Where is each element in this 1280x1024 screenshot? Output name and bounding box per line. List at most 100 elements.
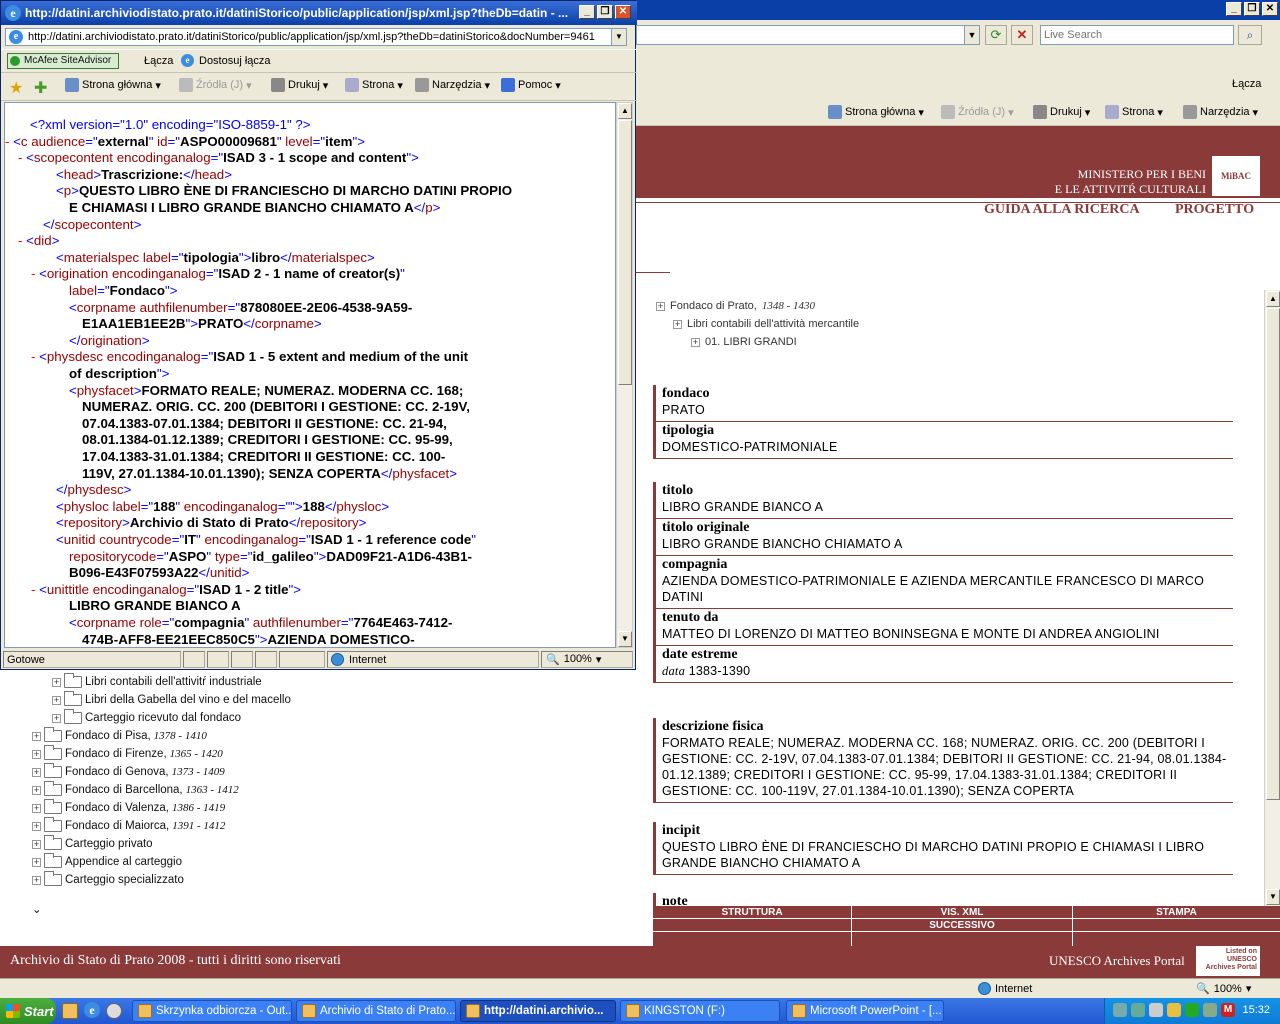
live-search-input[interactable] bbox=[1040, 25, 1234, 45]
zoom-control[interactable]: 🔍 100% ▾ bbox=[1196, 982, 1251, 996]
expand-icon[interactable]: + bbox=[32, 803, 41, 813]
taskbar-button[interactable]: Microsoft PowerPoint - [... bbox=[786, 1000, 944, 1022]
command-feeds[interactable]: Źródła (J) ▾ bbox=[179, 78, 252, 92]
content-scrollbar[interactable]: ▲ ▼ bbox=[1264, 290, 1280, 906]
tree-node[interactable]: + Carteggio privato bbox=[32, 835, 153, 850]
antivirus-icon[interactable] bbox=[1203, 1003, 1217, 1017]
links-label[interactable]: Łącza bbox=[144, 55, 173, 67]
tree-node[interactable]: + Fondaco di Barcellona, 1363 - 1412 bbox=[32, 781, 239, 796]
search-button[interactable]: ⌕ bbox=[1238, 25, 1262, 45]
tree-node[interactable]: + Libri contabili dell'attivitŕ industria… bbox=[52, 673, 262, 688]
usb-icon[interactable] bbox=[1131, 1003, 1145, 1017]
collapse-toggle[interactable]: - bbox=[31, 582, 39, 597]
scroll-up-arrow[interactable]: ▲ bbox=[1266, 291, 1280, 307]
expand-icon[interactable]: + bbox=[691, 337, 700, 347]
stampa-button[interactable]: STAMPA bbox=[1073, 907, 1280, 918]
dropdown-arrow-icon[interactable]: ▾ bbox=[155, 79, 161, 92]
nav-guida-alla-ricerca[interactable]: GUIDA ALLA RICERCA bbox=[984, 202, 1140, 218]
tree-node[interactable]: + Libri della Gabella del vino e del mace… bbox=[52, 691, 291, 706]
minimize-button[interactable]: _ bbox=[579, 5, 595, 19]
start-button[interactable]: Start bbox=[0, 998, 56, 1024]
command-feeds[interactable]: Źródła (J) ▾ bbox=[941, 105, 1014, 119]
expand-icon[interactable]: + bbox=[32, 821, 41, 831]
dropdown-arrow-icon[interactable]: ▾ bbox=[1253, 106, 1259, 119]
struttura-button[interactable]: STRUTTURA bbox=[653, 907, 851, 918]
links-label[interactable]: Łącza bbox=[1232, 78, 1261, 90]
expand-icon[interactable]: + bbox=[52, 677, 61, 687]
command-home[interactable]: Strona główna ▾ bbox=[828, 105, 924, 119]
command-tools[interactable]: Narzędzia ▾ bbox=[1183, 105, 1258, 119]
tree-node[interactable]: + Carteggio ricevuto dal fondaco bbox=[52, 709, 241, 724]
tree-node-libri-grandi[interactable]: + 01. LIBRI GRANDI bbox=[691, 336, 797, 348]
scrollbar-thumb[interactable] bbox=[1266, 308, 1280, 800]
dropdown-arrow-icon[interactable]: ▾ bbox=[485, 79, 491, 92]
tree-node-fondaco-prato[interactable]: + Fondaco di Prato, 1348 - 1430 bbox=[656, 300, 815, 312]
expand-icon[interactable]: + bbox=[32, 857, 41, 867]
dropdown-arrow-icon[interactable]: ▾ bbox=[246, 79, 252, 92]
customize-links-link[interactable]: Dostosuj łącza bbox=[199, 55, 271, 67]
tree-node[interactable]: + Appendice al carteggio bbox=[32, 853, 182, 868]
address-dropdown-button[interactable]: ▼ bbox=[611, 29, 626, 45]
maximize-button[interactable]: ❐ bbox=[597, 5, 613, 19]
dropdown-arrow-icon[interactable]: ▾ bbox=[397, 79, 403, 92]
collapse-toggle[interactable]: - bbox=[5, 134, 13, 149]
expand-icon[interactable]: + bbox=[32, 749, 41, 759]
popup-address-bar[interactable]: e http://datini.archiviodistato.prato.it… bbox=[5, 28, 627, 46]
scroll-up-arrow[interactable]: ▲ bbox=[618, 103, 632, 119]
taskbar-button[interactable]: http://datini.archivio... bbox=[460, 1000, 616, 1022]
maximize-button[interactable]: ❐ bbox=[1244, 2, 1260, 16]
expand-icon[interactable]: + bbox=[52, 713, 61, 723]
tree-node[interactable]: + Fondaco di Pisa, 1378 - 1410 bbox=[32, 727, 207, 742]
scrollbar-thumb[interactable] bbox=[618, 120, 632, 385]
expand-icon[interactable]: + bbox=[32, 767, 41, 777]
background-address-bar[interactable] bbox=[636, 25, 980, 45]
expand-icon[interactable]: + bbox=[656, 301, 665, 311]
media-player-icon[interactable] bbox=[106, 1003, 122, 1019]
collapse-toggle[interactable]: - bbox=[18, 233, 26, 248]
display-icon[interactable] bbox=[1185, 1003, 1199, 1017]
nav-progetto[interactable]: PROGETTO bbox=[1175, 202, 1254, 218]
vis-xml-button[interactable]: VIS. XML bbox=[852, 907, 1072, 918]
dropdown-arrow-icon[interactable]: ▾ bbox=[1085, 106, 1091, 119]
security-icon[interactable] bbox=[1167, 1003, 1181, 1017]
address-dropdown-button[interactable]: ▼ bbox=[964, 26, 979, 44]
command-print[interactable]: Drukuj ▾ bbox=[271, 78, 328, 92]
mcafee-tray-icon[interactable]: M bbox=[1221, 1003, 1235, 1017]
taskbar-button[interactable]: Archivio di Stato di Prato... bbox=[296, 1000, 456, 1022]
command-print[interactable]: Drukuj ▾ bbox=[1033, 105, 1090, 119]
tree-node[interactable]: + Carteggio specializzato bbox=[32, 871, 184, 886]
unesco-badge[interactable]: Listed on UNESCO Archives Portal bbox=[1196, 946, 1260, 976]
command-home[interactable]: Strona główna ▾ bbox=[65, 78, 161, 92]
scroll-down-arrow[interactable]: ▼ bbox=[618, 631, 632, 647]
favorites-star-icon[interactable]: ★ bbox=[9, 78, 23, 98]
command-page[interactable]: Strona ▾ bbox=[1105, 105, 1163, 119]
command-help[interactable]: Pomoc ▾ bbox=[501, 78, 561, 92]
mibac-logo[interactable]: MiBAC bbox=[1212, 156, 1260, 196]
unesco-portal-link[interactable]: UNESCO Archives Portal bbox=[1049, 953, 1185, 969]
scroll-down-arrow[interactable]: ▼ bbox=[1266, 889, 1280, 905]
dropdown-arrow-icon[interactable]: ▾ bbox=[555, 79, 561, 92]
mouse-icon[interactable] bbox=[1149, 1003, 1163, 1017]
minimize-button[interactable]: _ bbox=[1226, 2, 1242, 16]
mcafee-siteadvisor-button[interactable]: McAfee SiteAdvisor bbox=[7, 53, 119, 69]
collapse-toggle[interactable]: - bbox=[31, 349, 39, 364]
tree-node[interactable]: + Fondaco di Valenza, 1386 - 1419 bbox=[32, 799, 225, 814]
command-page[interactable]: Strona ▾ bbox=[345, 78, 403, 92]
zoom-control[interactable]: 🔍 100% ▾ bbox=[541, 651, 633, 668]
popup-scrollbar[interactable]: ▲ ▼ bbox=[616, 102, 633, 648]
taskbar-button[interactable]: Skrzynka odbiorcza - Out... bbox=[132, 1000, 292, 1022]
expand-icon[interactable]: + bbox=[32, 785, 41, 795]
tree-node[interactable]: + Fondaco di Genova, 1373 - 1409 bbox=[32, 763, 225, 778]
expand-icon[interactable]: + bbox=[32, 875, 41, 885]
add-favorites-icon[interactable]: ✚ bbox=[34, 78, 47, 98]
successivo-button[interactable]: SUCCESSIVO bbox=[852, 920, 1072, 931]
dropdown-arrow-icon[interactable]: ▾ bbox=[323, 79, 329, 92]
show-desktop-icon[interactable] bbox=[62, 1003, 78, 1019]
dropdown-arrow-icon[interactable]: ▾ bbox=[918, 106, 924, 119]
command-tools[interactable]: Narzędzia ▾ bbox=[415, 78, 490, 92]
expand-icon[interactable]: + bbox=[32, 839, 41, 849]
expand-icon[interactable]: + bbox=[673, 319, 682, 329]
taskbar-button[interactable]: KINGSTON (F:) bbox=[620, 1000, 780, 1022]
refresh-button[interactable]: ⟳ bbox=[985, 25, 1007, 45]
expand-icon[interactable]: + bbox=[32, 731, 41, 741]
